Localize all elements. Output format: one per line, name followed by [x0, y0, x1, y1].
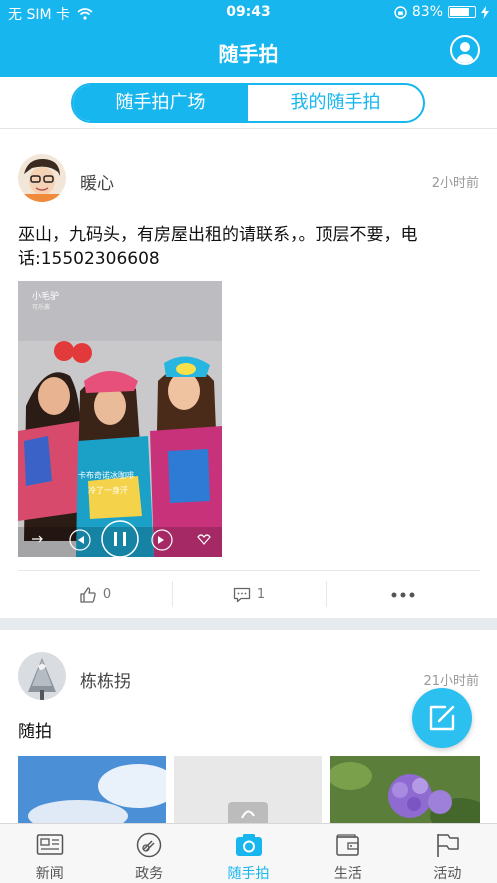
page-title: 随手拍 — [218, 42, 279, 66]
news-icon — [36, 834, 63, 855]
rotation-lock-icon — [394, 5, 407, 19]
compose-icon — [429, 705, 455, 731]
post-time: 21小时前 — [423, 674, 479, 689]
compose-button[interactable] — [412, 688, 472, 748]
comment-count: 1 — [256, 587, 266, 602]
more-icon — [391, 592, 415, 597]
svg-text:小毛驴: 小毛驴 — [32, 290, 59, 302]
tab-label: 生活 — [333, 866, 362, 882]
avatar[interactable] — [18, 154, 66, 202]
post-actions: 0 1 — [18, 570, 480, 618]
camera-icon — [235, 834, 262, 856]
post-separator — [0, 618, 497, 630]
thumbs-up-icon — [80, 586, 96, 603]
bottom-tab-bar: 新闻 政务 随手拍 生活 活动 — [0, 823, 497, 883]
tab-news[interactable]: 新闻 — [0, 824, 99, 883]
tab-label: 活动 — [433, 866, 462, 882]
post-username[interactable]: 栋栋拐 — [80, 667, 131, 692]
post-text: 巫山，九码头，有房屋出租的请联系，。顶层不要，电话:15502306608 — [18, 225, 418, 269]
post-time: 2小时前 — [431, 176, 479, 191]
more-button[interactable] — [326, 571, 480, 618]
profile-icon[interactable] — [450, 35, 480, 65]
post-photo[interactable] — [174, 756, 322, 823]
flag-icon — [437, 834, 460, 857]
wallet-icon — [336, 834, 359, 856]
header-bar: 无 SIM 卡 09:43 83% 随手拍 — [0, 0, 497, 77]
tab-label: 新闻 — [35, 866, 64, 882]
post-photo[interactable] — [18, 756, 166, 823]
charging-icon — [481, 5, 489, 19]
tab-life[interactable]: 生活 — [298, 824, 397, 883]
tab-government[interactable]: 政务 — [99, 824, 198, 883]
segmented-control: 随手拍广场 我的随手拍 — [71, 83, 425, 123]
svg-text:可乐酱: 可乐酱 — [32, 303, 50, 311]
battery-icon — [448, 6, 476, 18]
tab-activity[interactable]: 活动 — [398, 824, 497, 883]
comment-button[interactable]: 1 — [172, 571, 326, 618]
svg-text:卡布奇诺冰咖啡: 卡布奇诺冰咖啡 — [78, 470, 134, 480]
status-bar: 无 SIM 卡 09:43 83% — [0, 0, 497, 26]
post-username[interactable]: 暖心 — [80, 169, 114, 194]
like-count: 0 — [102, 587, 112, 602]
government-icon — [136, 832, 162, 858]
tab-label: 政务 — [135, 866, 164, 882]
post-photo[interactable]: 小毛驴 可乐酱 卡布奇诺冰咖啡 冷了一身汗 — [18, 281, 222, 557]
comment-icon — [233, 587, 251, 602]
segment-bar: 随手拍广场 我的随手拍 — [0, 77, 497, 129]
post-photo[interactable] — [330, 756, 480, 823]
tab-square[interactable]: 随手拍广场 — [73, 85, 248, 121]
tab-my-posts[interactable]: 我的随手拍 — [248, 85, 423, 121]
status-right: 83% — [394, 4, 489, 20]
like-button[interactable]: 0 — [18, 571, 172, 618]
battery-percent: 83% — [411, 4, 443, 20]
avatar[interactable] — [18, 652, 66, 700]
post-text: 随拍 — [18, 722, 52, 742]
tab-snapshot[interactable]: 随手拍 — [199, 824, 298, 883]
svg-text:冷了一身汗: 冷了一身汗 — [88, 485, 128, 495]
post-card: 暖心 2小时前 巫山，九码头，有房屋出租的请联系，。顶层不要，电话:155023… — [0, 130, 497, 618]
tab-label: 随手拍 — [227, 866, 270, 882]
